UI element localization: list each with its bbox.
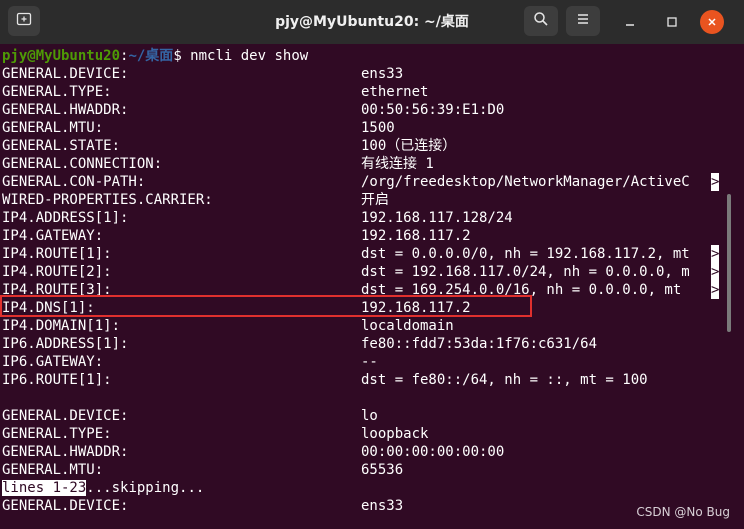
row-value: 1500 [361,120,395,136]
row-value: 00:50:56:39:E1:D0 [361,102,505,118]
prompt-line: pjy@MyUbuntu20:~/桌面$ nmcli dev show [2,47,308,65]
maximize-icon [666,13,678,32]
search-button[interactable] [524,6,558,36]
row-key: GENERAL.HWADDR: [2,102,129,118]
row-key: GENERAL.TYPE: [2,426,112,442]
prompt-user-host: pjy@MyUbuntu20 [2,48,121,64]
row-key: IP4.DOMAIN[1]: [2,318,121,334]
row-value: 65536 [361,462,404,478]
row-value: 有线连接 1 [361,156,434,172]
row-value: dst = fe80::/64, nh = ::, mt = 100 [361,372,648,388]
row-key: GENERAL.DEVICE: [2,66,129,82]
row-value: 192.168.117.2 [361,228,471,244]
watermark: CSDN @No Bug [636,505,730,519]
pager-status: lines 1-23 [2,480,87,496]
row-value: dst = 0.0.0.0/0, nh = 192.168.117.2, mt [361,246,690,262]
row-value: 192.168.117.2 [361,300,471,316]
row-key: IP4.ROUTE[1]: [2,246,112,262]
maximize-button[interactable] [660,10,684,34]
close-button[interactable] [700,10,724,34]
row-value: dst = 192.168.117.0/24, nh = 0.0.0.0, m [361,264,690,280]
truncation-marker: > [711,263,720,281]
row-value: -- [361,354,378,370]
row-key: GENERAL.MTU: [2,120,104,136]
row-key: IP6.GATEWAY: [2,354,104,370]
row-key: GENERAL.DEVICE: [2,408,129,424]
row-value: localdomain [361,318,454,334]
row-value: ens33 [361,66,404,82]
row-key: IP4.GATEWAY: [2,228,104,244]
row-value: /org/freedesktop/NetworkManager/ActiveC [361,174,690,190]
row-key: IP4.ROUTE[2]: [2,264,112,280]
truncation-marker: > [711,281,720,299]
pager-status-line: lines 1-23...skipping... [2,479,204,497]
row-key: IP4.ADDRESS[1]: [2,210,129,226]
truncation-marker: > [711,173,720,191]
pager-message: ...skipping... [86,480,205,496]
row-value: ens33 [361,498,404,514]
row-key: GENERAL.CON-PATH: [2,174,146,190]
title-bar: pjy@MyUbuntu20: ~/桌面 [0,0,744,45]
row-key: IP6.ROUTE[1]: [2,372,112,388]
row-value: fe80::fdd7:53da:1f76:c631/64 [361,336,598,352]
row-value: 00:00:00:00:00:00 [361,444,505,460]
minimize-icon [624,13,636,32]
close-icon [706,13,718,32]
row-key: GENERAL.DEVICE: [2,498,129,514]
row-key: GENERAL.TYPE: [2,84,112,100]
row-key: GENERAL.MTU: [2,462,104,478]
row-key: WIRED-PROPERTIES.CARRIER: [2,192,213,208]
scrollbar[interactable] [722,44,744,529]
row-key: IP4.DNS[1]: [2,300,95,316]
row-value: 192.168.117.128/24 [361,210,513,226]
hamburger-menu-icon [575,11,591,31]
terminal-output[interactable]: pjy@MyUbuntu20:~/桌面$ nmcli dev show GENE… [0,44,722,529]
menu-button[interactable] [566,6,600,36]
row-key: IP4.ROUTE[3]: [2,282,112,298]
prompt-path: ~/桌面 [128,48,174,64]
row-value: lo [361,408,378,424]
row-value: 100（已连接） [361,138,457,154]
row-value: ethernet [361,84,429,100]
row-value: loopback [361,426,429,442]
truncation-marker: > [711,245,720,263]
search-icon [533,11,549,31]
row-key: GENERAL.STATE: [2,138,121,154]
prompt-command: $ nmcli dev show [173,48,309,64]
row-value: 开启 [361,192,389,208]
minimize-button[interactable] [618,10,642,34]
row-key: GENERAL.HWADDR: [2,444,129,460]
row-key: GENERAL.CONNECTION: [2,156,163,172]
row-value: dst = 169.254.0.0/16, nh = 0.0.0.0, mt [361,282,690,298]
scrollbar-thumb[interactable] [727,194,731,332]
row-key: IP6.ADDRESS[1]: [2,336,129,352]
